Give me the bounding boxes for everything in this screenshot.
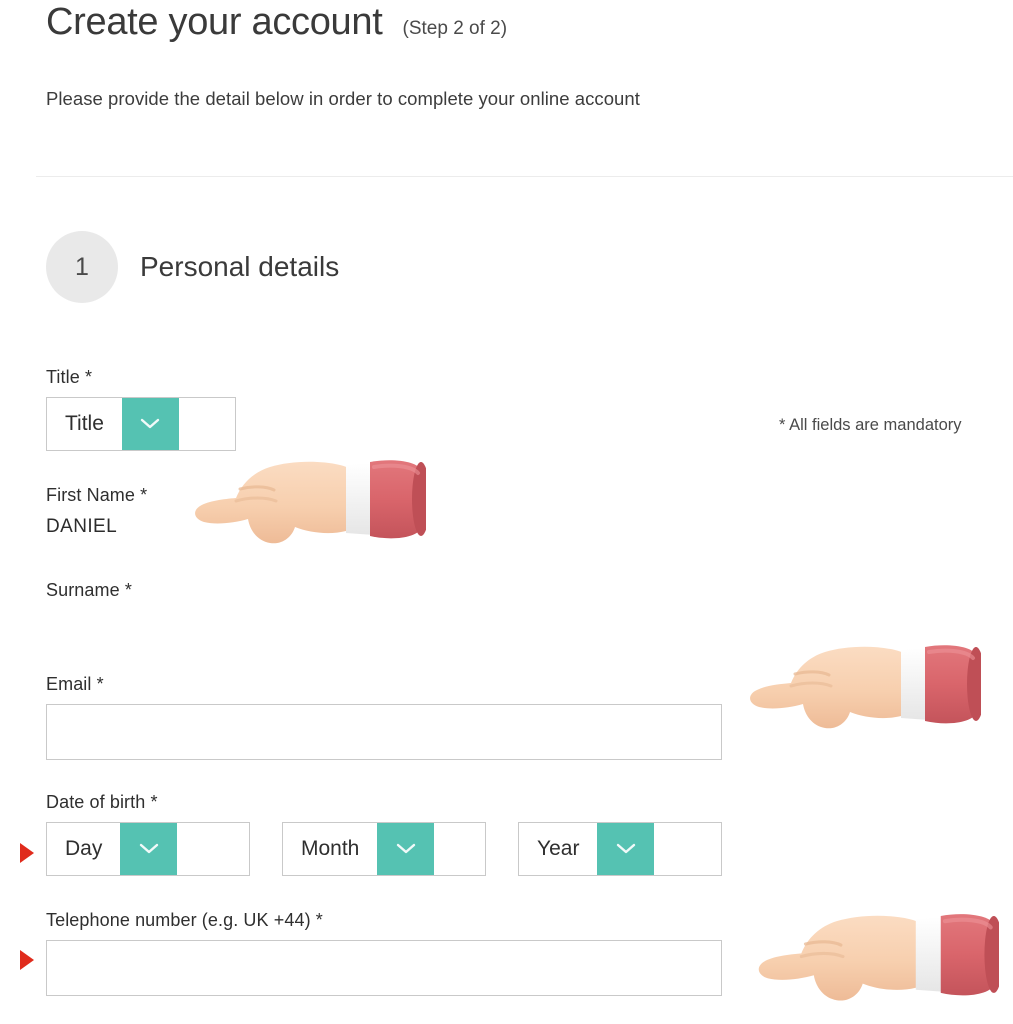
section-title: Personal details [140, 251, 340, 282]
field-title-group: Title * Title [46, 367, 236, 451]
page-title: Create your account [46, 1, 383, 43]
pointing-hand-emoji [750, 645, 981, 729]
chevron-down-icon[interactable] [121, 398, 179, 450]
dob-year-select[interactable]: Year [518, 822, 722, 876]
dob-selects-row: Day Month Year [46, 822, 722, 876]
page-subtitle: Please provide the detail below in order… [46, 88, 640, 109]
dob-month-select[interactable]: Month [282, 822, 486, 876]
email-input[interactable] [46, 704, 722, 760]
dob-day-value: Day [65, 837, 103, 860]
step-indicator: (Step 2 of 2) [402, 18, 508, 39]
first-name-label: First Name * [46, 485, 148, 505]
mandatory-fields-note: * All fields are mandatory [779, 416, 962, 434]
red-triangle-marker [20, 950, 34, 970]
page-header: Create your account (Step 2 of 2) [46, 1, 508, 44]
title-label: Title * [46, 367, 93, 387]
title-select-value: Title [65, 412, 104, 435]
pointing-hand-emoji [195, 460, 426, 544]
chevron-down-icon[interactable] [120, 823, 178, 875]
field-telephone-group: Telephone number (e.g. UK +44) * [46, 910, 722, 996]
field-email-group: Email * [46, 674, 722, 760]
dob-month-value: Month [301, 837, 360, 860]
header-divider [36, 176, 1013, 177]
field-first-name-group: First Name * DANIEL [46, 485, 147, 538]
red-triangle-marker [20, 843, 34, 863]
chevron-down-icon[interactable] [597, 823, 655, 875]
section-header-personal-details: 1 Personal details [46, 231, 339, 303]
title-select[interactable]: Title [46, 397, 236, 451]
telephone-label: Telephone number (e.g. UK +44) * [46, 910, 323, 930]
dob-day-select[interactable]: Day [46, 822, 250, 876]
surname-label: Surname * [46, 580, 132, 600]
step-number-badge: 1 [46, 231, 118, 303]
telephone-input[interactable] [46, 940, 722, 996]
first-name-value[interactable]: DANIEL [46, 516, 147, 538]
field-dob-group: Date of birth * Day Month Year [46, 792, 722, 876]
pointing-hand-emoji [758, 914, 999, 1001]
email-label: Email * [46, 674, 104, 694]
dob-year-value: Year [537, 837, 580, 860]
dob-label: Date of birth * [46, 792, 158, 812]
field-surname-group: Surname * [46, 580, 132, 610]
chevron-down-icon[interactable] [377, 823, 435, 875]
